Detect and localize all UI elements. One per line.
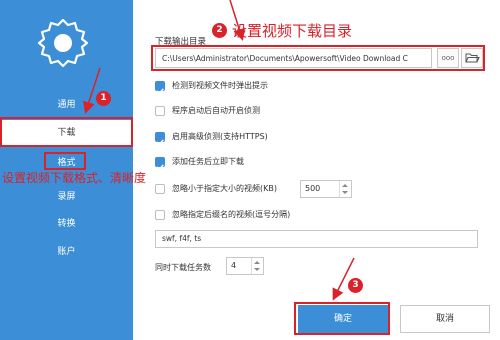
step-2-badge: 2 [212, 23, 227, 38]
step-1-badge: 1 [96, 91, 111, 106]
arrow-to-download [83, 67, 101, 114]
annotation-output-dir: 设置视频下载目录 [232, 22, 353, 40]
step-3-badge: 3 [348, 278, 363, 293]
annotation-format: 设置视频下载格式、清晰度 [2, 171, 147, 185]
